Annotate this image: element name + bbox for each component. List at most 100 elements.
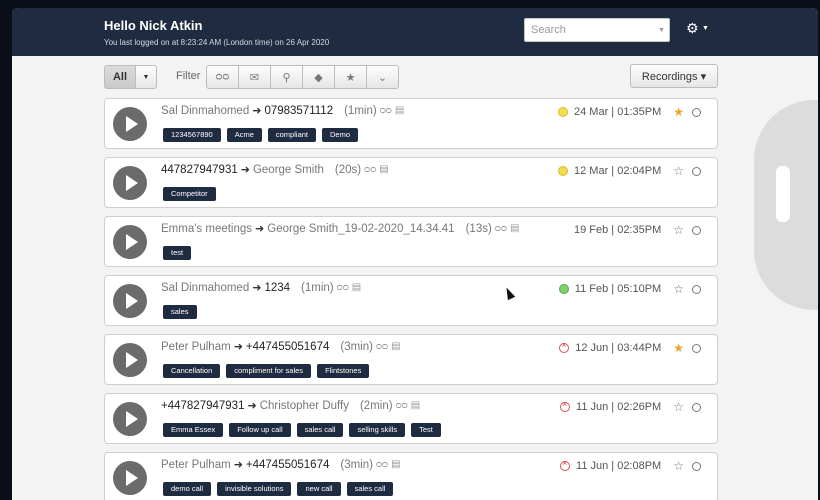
tag-badge[interactable]: Demo [322,128,359,142]
voicemail-icon[interactable]: ᴑᴑ [364,164,376,175]
filter-more-button[interactable]: ⌄ [366,65,399,89]
arrow-right-icon: ➜ [252,282,262,294]
voicemail-icon[interactable]: ᴑᴑ [337,282,349,293]
toolbar: All ▼ Filter ᴑᴑ ✉ ⚲ ◆ ★ ⌄ Recordings ▾ [104,64,724,90]
filter-label: Filter [176,70,201,82]
tag-badge[interactable]: Test [411,423,441,437]
notes-icon[interactable]: ▤ [352,282,361,293]
callee-name[interactable]: George Smith [253,164,324,176]
recording-row[interactable]: Sal Dinmahomed ➜ 1234 (1min) ᴑᴑ ▤ sales 11 Feb … [104,275,718,326]
select-radio[interactable] [692,166,701,176]
app-header: Hello Nick Atkin You last logged on at 8… [12,8,818,56]
recording-row[interactable]: +447827947931 ➜ Christopher Duffy (2min) ᴑᴑ ▤… [104,393,718,444]
caller-name[interactable]: Peter Pulham [161,459,231,471]
row-meta: 11 Jun | 02:26PM ☆ [560,399,701,414]
call-summary: Peter Pulham ➜ +447455051674 (3min) ᴑᴑ ▤ [161,340,401,354]
notes-icon[interactable]: ▤ [391,459,400,470]
select-radio[interactable] [692,343,701,353]
notes-icon[interactable]: ▤ [391,341,400,352]
recording-row[interactable]: Emma's meetings ➜ George Smith_19-02-2020_… [104,216,718,267]
tag-badge[interactable]: sales call [346,482,394,496]
tag-badge[interactable]: Emma Essex [163,423,224,437]
tag-icon: ◆ [314,71,323,84]
tag-badge[interactable]: Flintstones [317,364,370,378]
recording-row[interactable]: Peter Pulham ➜ +447455051674 (3min) ᴑᴑ ▤ Cance… [104,334,718,385]
callee-name[interactable]: +447455051674 [246,341,329,353]
tag-badge[interactable]: invisible solutions [217,482,292,496]
callee-name[interactable]: 07983571112 [264,105,333,117]
filter-email-button[interactable]: ✉ [238,65,271,89]
select-radio[interactable] [692,225,701,235]
callee-name[interactable]: Christopher Duffy [260,400,349,412]
tag-badge[interactable]: Follow up call [229,423,291,437]
caller-name[interactable]: Sal Dinmahomed [161,105,249,117]
select-radio[interactable] [692,107,701,117]
select-radio[interactable] [692,284,701,294]
call-datetime: 19 Feb | 02:35PM [573,224,662,236]
caller-name[interactable]: Sal Dinmahomed [161,282,249,294]
play-icon [126,234,138,250]
envelope-icon: ✉ [249,71,260,84]
recording-row[interactable]: Sal Dinmahomed ➜ 07983571112 (1min) ᴑᴑ ▤ 12345… [104,98,718,149]
tag-badge[interactable]: Competitor [163,187,216,201]
star-icon[interactable]: ★ [673,105,684,119]
tag-badge[interactable]: compliment for sales [226,364,312,378]
search-input[interactable] [524,18,670,42]
notes-icon[interactable]: ▤ [411,400,420,411]
tag-badge[interactable]: Cancellation [163,364,221,378]
last-login-text: You last logged on at 8:23:24 AM (London… [104,38,330,47]
call-summary: Emma's meetings ➜ George Smith_19-02-2020_… [161,222,519,236]
call-duration: (1min) [301,281,334,294]
select-radio[interactable] [692,402,701,412]
recording-row[interactable]: Peter Pulham ➜ +447455051674 (3min) ᴑᴑ ▤ demo … [104,452,718,500]
caller-name[interactable]: Peter Pulham [161,341,231,353]
tag-badge[interactable]: sales call [296,423,344,437]
notes-icon[interactable]: ▤ [510,223,519,234]
filter-location-button[interactable]: ⚲ [270,65,303,89]
tag-badge[interactable]: new call [297,482,341,496]
voicemail-icon[interactable]: ᴑᴑ [380,105,392,116]
tag-list: test [163,246,192,260]
tag-badge[interactable]: Acme [226,128,262,142]
star-icon[interactable]: ☆ [673,282,684,296]
call-duration: (3min) [340,340,373,353]
filter-tag-button[interactable]: ◆ [302,65,335,89]
star-icon[interactable]: ☆ [673,223,684,237]
tag-badge[interactable]: demo call [163,482,212,496]
star-icon[interactable]: ☆ [673,400,684,414]
recording-row[interactable]: 447827947931 ➜ George Smith (20s) ᴑᴑ ▤ Competi… [104,157,718,208]
gear-icon[interactable]: ⚙ [686,20,699,37]
chevron-down-icon[interactable]: ▼ [702,25,709,32]
star-icon[interactable]: ★ [673,341,684,355]
notes-icon[interactable]: ▤ [379,164,388,175]
tag-badge[interactable]: sales [163,305,197,319]
tag-badge[interactable]: 1234567890 [163,128,221,142]
all-button[interactable]: All [104,65,136,89]
star-icon[interactable]: ☆ [673,459,684,473]
callee-name[interactable]: +447455051674 [246,459,329,471]
tag-badge[interactable]: selling skills [349,423,406,437]
tag-list: demo call invisible solutions new call sale… [163,482,394,496]
callee-name[interactable]: George Smith_19-02-2020_14.34.41 [267,223,454,235]
caller-name[interactable]: 447827947931 [161,164,238,176]
all-dropdown-toggle[interactable]: ▼ [135,65,157,89]
caller-name[interactable]: Emma's meetings [161,223,252,235]
row-meta: 12 Jun | 03:44PM ★ [559,340,701,355]
voicemail-icon[interactable]: ᴑᴑ [376,459,388,470]
voicemail-icon[interactable]: ᴑᴑ [376,341,388,352]
recordings-dropdown[interactable]: Recordings ▾ [630,64,718,88]
callee-name[interactable]: 1234 [264,282,290,294]
arrow-right-icon: ➜ [252,105,262,117]
arrow-right-icon: ➜ [233,459,243,471]
star-icon[interactable]: ☆ [673,164,684,178]
call-datetime: 11 Feb | 05:10PM [574,283,662,295]
voicemail-icon[interactable]: ᴑᴑ [396,400,408,411]
select-radio[interactable] [692,461,701,471]
voicemail-icon[interactable]: ᴑᴑ [495,223,507,234]
filter-voicemail-button[interactable]: ᴑᴑ [206,65,239,89]
notes-icon[interactable]: ▤ [395,105,404,116]
tag-badge[interactable]: test [163,246,192,260]
tag-badge[interactable]: compliant [267,128,316,142]
filter-star-button[interactable]: ★ [334,65,367,89]
caller-name[interactable]: +447827947931 [161,400,244,412]
